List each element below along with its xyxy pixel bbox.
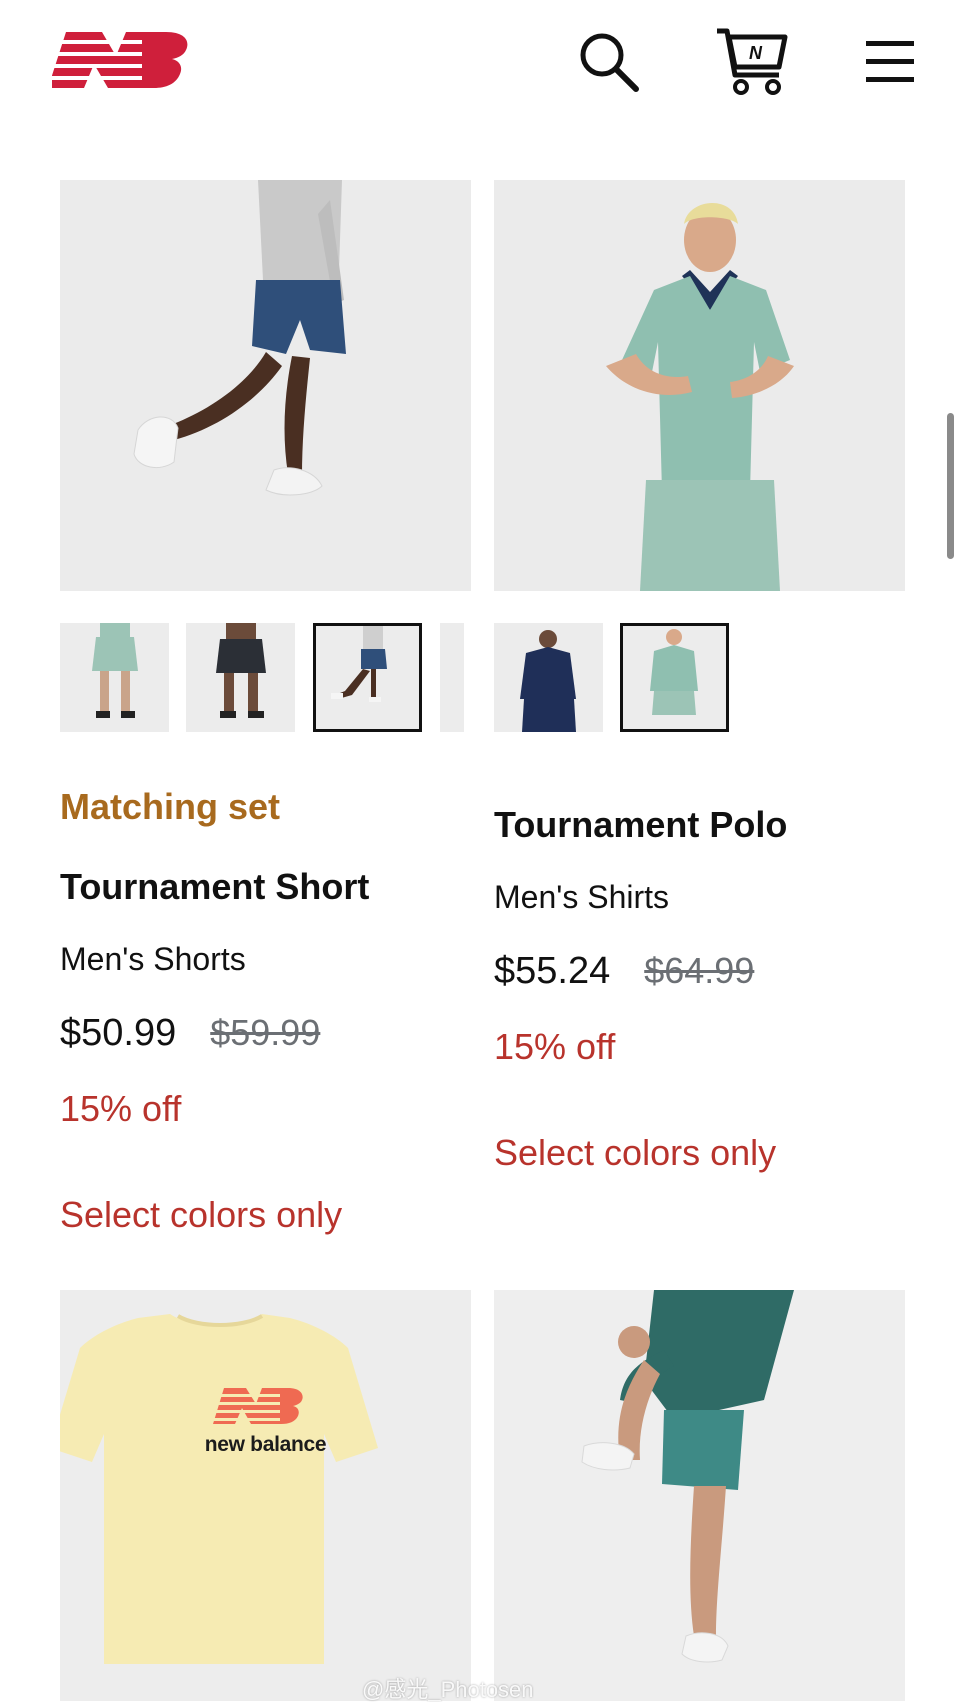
thumbnail-sage-shorts[interactable]: [60, 623, 169, 732]
discount-label: 15% off: [60, 1088, 182, 1129]
watermark-text: @感光_Photosen: [362, 1677, 534, 1702]
product-image-tee[interactable]: new balance: [60, 1290, 471, 1701]
thumbnail-navy-polo[interactable]: [494, 623, 603, 732]
price-row: $50.99 $59.99: [60, 1011, 471, 1055]
product-card[interactable]: Tournament Polo Men's Shirts $55.24 $64.…: [494, 180, 905, 1175]
scrollbar-thumb[interactable]: [947, 413, 954, 559]
product-title[interactable]: Tournament Polo: [494, 803, 905, 847]
product-badge: Matching set: [60, 786, 281, 827]
price-row: $55.24 $64.99: [494, 949, 905, 993]
thumbnail-black-shorts[interactable]: [186, 623, 295, 732]
thumbnail-navy-shorts[interactable]: [313, 623, 422, 732]
new-balance-logo[interactable]: [48, 24, 192, 94]
product-image-stretch[interactable]: [494, 1290, 905, 1701]
original-price: $64.99: [644, 950, 755, 991]
site-header: N: [0, 0, 960, 130]
thumbnail-strip: [60, 623, 471, 733]
thumbnail-sage-polo[interactable]: [620, 623, 729, 732]
thumbnail-strip: [494, 623, 905, 733]
product-image[interactable]: [494, 180, 905, 591]
original-price: $59.99: [210, 1012, 321, 1053]
product-image[interactable]: [60, 180, 471, 591]
sale-price: $50.99: [60, 1012, 177, 1054]
product-card[interactable]: Matching set Tournament Short Men's Shor…: [60, 180, 471, 1237]
select-colors-note: Select colors only: [494, 1132, 777, 1173]
cart-icon-letter: N: [749, 43, 763, 63]
product-title[interactable]: Tournament Short: [60, 865, 471, 909]
sale-price: $55.24: [494, 950, 611, 992]
select-colors-note: Select colors only: [60, 1194, 343, 1235]
search-icon[interactable]: [569, 22, 649, 102]
cart-icon[interactable]: N: [712, 22, 792, 102]
discount-label: 15% off: [494, 1026, 616, 1067]
tee-print-text: new balance: [204, 1433, 327, 1456]
product-category: Men's Shorts: [60, 941, 246, 977]
hamburger-menu-icon[interactable]: [850, 22, 930, 102]
thumbnail-partial[interactable]: [440, 623, 464, 732]
product-category: Men's Shirts: [494, 879, 670, 915]
